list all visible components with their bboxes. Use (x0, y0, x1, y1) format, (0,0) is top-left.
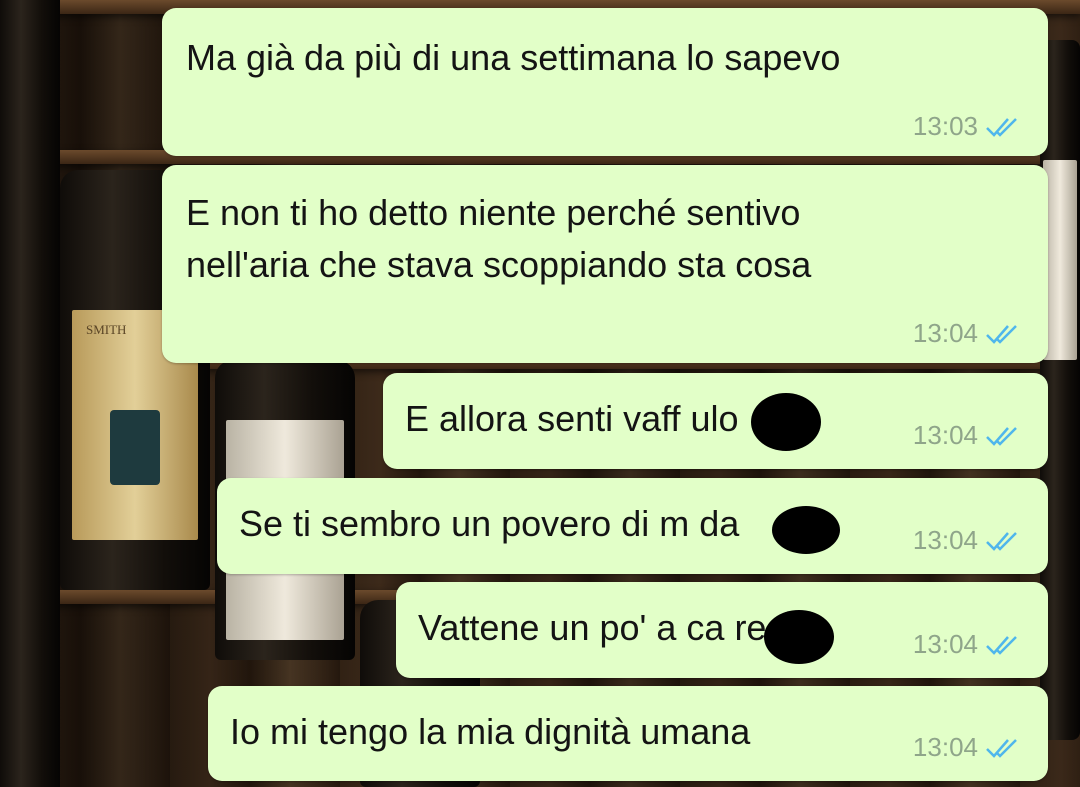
message-meta: 13:04 (913, 420, 1024, 451)
outgoing-message[interactable]: Ma già da più di una settimana lo sapevo… (162, 8, 1048, 156)
double-check-icon (986, 426, 1017, 446)
double-check-icon (986, 738, 1017, 758)
message-meta: 13:04 (913, 629, 1024, 660)
message-time: 13:04 (912, 732, 978, 762)
crest-icon (109, 410, 160, 485)
double-check-icon (986, 635, 1017, 655)
message-text: E non ti ho detto niente perché sentivo … (186, 192, 812, 285)
message-text: Vattene un po' a ca re (418, 607, 767, 648)
redaction-mark (764, 610, 834, 664)
double-check-icon (986, 324, 1017, 344)
outgoing-message[interactable]: Se ti sembro un povero di m da 13:04 (217, 478, 1048, 574)
outgoing-message[interactable]: E non ti ho detto niente perché sentivo … (162, 165, 1048, 363)
message-text: Io mi tengo la mia dignità umana (230, 711, 751, 752)
message-time: 13:03 (912, 111, 978, 141)
message-text: Ma già da più di una settimana lo sapevo (186, 37, 841, 78)
bottle-label (1043, 160, 1077, 360)
redaction-mark (772, 506, 840, 554)
message-time: 13:04 (912, 525, 978, 555)
message-time: 13:04 (912, 629, 978, 659)
message-text: Se ti sembro un povero di m da (239, 503, 740, 544)
redaction-mark (751, 393, 821, 451)
message-time: 13:04 (912, 318, 978, 348)
message-time: 13:04 (912, 420, 978, 450)
bottle-label-text: SMITH (86, 322, 127, 337)
message-meta: 13:04 (913, 732, 1024, 763)
outgoing-message[interactable]: E allora senti vaff ulo 13:04 (383, 373, 1048, 469)
wine-bottle (0, 0, 60, 787)
double-check-icon (986, 117, 1017, 137)
outgoing-message[interactable]: Vattene un po' a ca re 13:04 (396, 582, 1048, 678)
outgoing-message[interactable]: Io mi tengo la mia dignità umana 13:04 (208, 686, 1048, 781)
message-meta: 13:04 (913, 318, 1024, 349)
message-meta: 13:03 (913, 111, 1024, 142)
message-text: E allora senti vaff ulo (405, 398, 739, 439)
message-meta: 13:04 (913, 525, 1024, 556)
double-check-icon (986, 531, 1017, 551)
